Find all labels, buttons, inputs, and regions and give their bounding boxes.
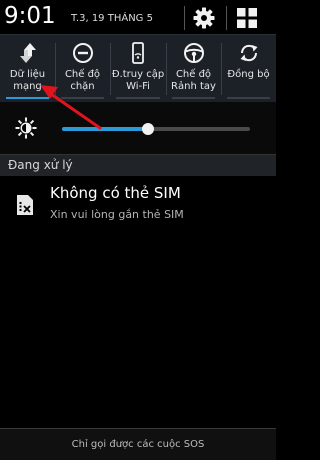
quick-tile-label: Dữ liệu mạng xyxy=(9,69,46,92)
notification-item[interactable]: Không có thẻ SIM Xin vui lòng gắn thẻ SI… xyxy=(0,176,276,234)
quick-tile-label: Chế độ chặn xyxy=(64,69,101,92)
grid-view-button[interactable] xyxy=(232,3,262,33)
quick-tile-label: Đồng bộ xyxy=(227,69,270,80)
data-transfer-icon xyxy=(16,41,40,65)
carrier-status-bar: Chỉ gọi được các cuộc SOS xyxy=(0,428,276,460)
tile-state-bar xyxy=(172,97,215,99)
quick-tile-mobile-data[interactable]: Dữ liệu mạng xyxy=(0,35,55,103)
divider xyxy=(226,6,227,30)
steering-wheel-icon xyxy=(182,41,206,65)
clock: 9:01 xyxy=(4,3,56,29)
quick-tile-driving-mode[interactable]: Chế độ Rảnh tay xyxy=(166,35,221,103)
quick-tile-label: Đ.truy cập Wi-Fi xyxy=(111,69,165,92)
wifi-hotspot-icon xyxy=(126,41,150,65)
brightness-row xyxy=(0,102,276,154)
settings-button[interactable] xyxy=(189,3,219,33)
quick-tile-wifi-hotspot[interactable]: Đ.truy cập Wi-Fi xyxy=(110,35,166,103)
carrier-status-text: Chỉ gọi được các cuộc SOS xyxy=(71,439,205,450)
tile-state-bar xyxy=(116,97,160,99)
brightness-slider-fill xyxy=(62,127,149,131)
notification-text: Xin vui lòng gắn thẻ SIM xyxy=(50,208,184,221)
notification-header: 9:01 T.3, 19 THÁNG 5 xyxy=(0,0,276,34)
brightness-slider[interactable] xyxy=(62,123,250,135)
section-title: Đang xử lý xyxy=(8,158,73,172)
brightness-icon xyxy=(15,117,37,139)
brightness-slider-thumb[interactable] xyxy=(142,123,155,135)
notification-title: Không có thẻ SIM xyxy=(50,184,181,202)
sim-card-icon xyxy=(17,195,33,215)
grid-view-icon xyxy=(237,8,257,28)
divider xyxy=(184,6,185,30)
quick-tile-label: Chế độ Rảnh tay xyxy=(171,69,216,92)
quick-tile-blocking-mode[interactable]: Chế độ chặn xyxy=(55,35,110,103)
quick-settings-panel: Dữ liệu mạng Chế độ chặn Đ.truy cập Wi-F… xyxy=(0,34,276,102)
block-icon xyxy=(71,41,95,65)
ongoing-section-header: Đang xử lý xyxy=(0,154,276,176)
sync-icon xyxy=(237,41,261,65)
date-label: T.3, 19 THÁNG 5 xyxy=(71,13,153,24)
tile-state-bar xyxy=(6,97,49,99)
quick-tile-sync[interactable]: Đồng bộ xyxy=(221,35,276,103)
tile-state-bar xyxy=(227,97,270,99)
gear-icon xyxy=(193,7,215,29)
tile-state-bar xyxy=(61,97,104,99)
